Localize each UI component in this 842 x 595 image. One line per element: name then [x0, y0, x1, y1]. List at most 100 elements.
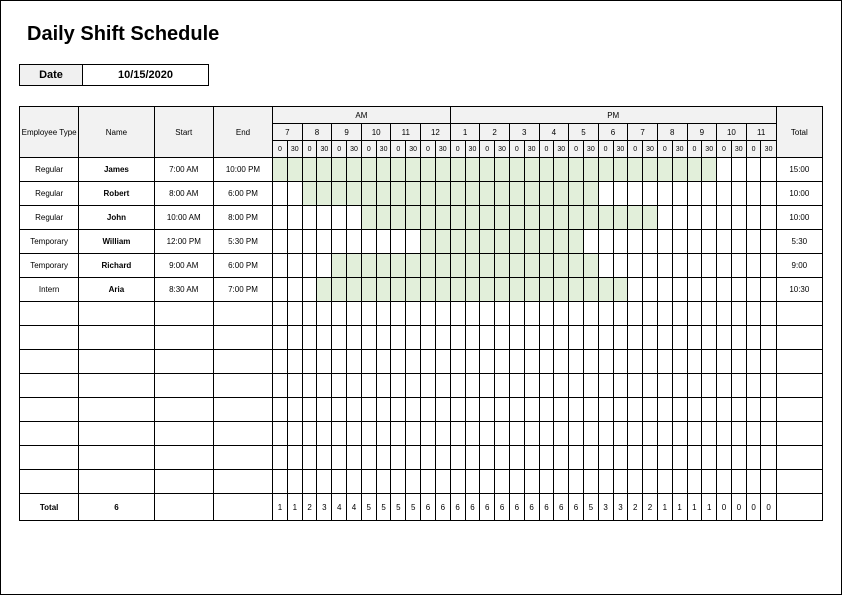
slot-cell [746, 278, 761, 302]
slot-cell [583, 446, 598, 470]
slot-cell [539, 350, 554, 374]
slot-cell [702, 470, 717, 494]
slot-cell [347, 302, 362, 326]
slot-cell [332, 230, 347, 254]
slot-cell [583, 278, 598, 302]
cell-start [154, 302, 213, 326]
slot-cell [672, 326, 687, 350]
slot-cell [657, 254, 672, 278]
slot-cell [480, 254, 495, 278]
slot-cell [376, 422, 391, 446]
col-half: 30 [761, 141, 776, 158]
col-half: 0 [302, 141, 317, 158]
slot-cell [672, 446, 687, 470]
slot-cell [554, 326, 569, 350]
cell-type: Regular [20, 182, 79, 206]
slot-cell [332, 398, 347, 422]
slot-cell [391, 182, 406, 206]
footer-row: Total61123445555666666666665332211110000 [20, 494, 823, 521]
cell-start: 7:00 AM [154, 158, 213, 182]
slot-cell [731, 206, 746, 230]
slot-cell [702, 254, 717, 278]
slot-cell [746, 254, 761, 278]
slot-cell [554, 230, 569, 254]
col-hour: 7 [628, 124, 658, 141]
slot-cell [731, 278, 746, 302]
footer-slot: 2 [643, 494, 658, 521]
slot-cell [717, 302, 732, 326]
slot-cell [421, 470, 436, 494]
slot-cell [495, 422, 510, 446]
table-head: Employee Type Name Start End AM PM Total… [20, 107, 823, 158]
slot-cell [406, 230, 421, 254]
slot-cell [435, 278, 450, 302]
slot-cell [687, 254, 702, 278]
slot-cell [302, 350, 317, 374]
slot-cell [702, 230, 717, 254]
slot-cell [332, 446, 347, 470]
slot-cell [717, 446, 732, 470]
col-half: 30 [406, 141, 421, 158]
slot-cell [465, 182, 480, 206]
slot-cell [347, 326, 362, 350]
slot-cell [317, 254, 332, 278]
slot-cell [273, 350, 288, 374]
table-row: RegularJohn10:00 AM8:00 PM10:00 [20, 206, 823, 230]
slot-cell [376, 302, 391, 326]
col-half: 30 [465, 141, 480, 158]
slot-cell [361, 206, 376, 230]
slot-cell [524, 206, 539, 230]
cell-end: 7:00 PM [213, 278, 272, 302]
slot-cell [361, 446, 376, 470]
slot-cell [480, 182, 495, 206]
slot-cell [717, 470, 732, 494]
footer-slot: 4 [347, 494, 362, 521]
cell-name [79, 326, 154, 350]
slot-cell [672, 302, 687, 326]
slot-cell [628, 470, 643, 494]
slot-cell [524, 398, 539, 422]
slot-cell [302, 158, 317, 182]
slot-cell [406, 470, 421, 494]
slot-cell [391, 302, 406, 326]
slot-cell [687, 422, 702, 446]
slot-cell [731, 158, 746, 182]
slot-cell [435, 398, 450, 422]
slot-cell [332, 326, 347, 350]
slot-cell [273, 278, 288, 302]
slot-cell [746, 302, 761, 326]
slot-cell [524, 302, 539, 326]
footer-slot: 6 [465, 494, 480, 521]
slot-cell [761, 470, 776, 494]
slot-cell [361, 422, 376, 446]
slot-cell [435, 182, 450, 206]
slot-cell [657, 206, 672, 230]
slot-cell [273, 326, 288, 350]
slot-cell [391, 398, 406, 422]
slot-cell [613, 446, 628, 470]
slot-cell [287, 470, 302, 494]
slot-cell [672, 278, 687, 302]
slot-cell [495, 278, 510, 302]
slot-cell [406, 350, 421, 374]
slot-cell [347, 230, 362, 254]
slot-cell [361, 158, 376, 182]
footer-slot: 5 [361, 494, 376, 521]
slot-cell [509, 182, 524, 206]
slot-cell [539, 278, 554, 302]
slot-cell [376, 326, 391, 350]
cell-type [20, 422, 79, 446]
table-row [20, 446, 823, 470]
slot-cell [524, 254, 539, 278]
slot-cell [583, 374, 598, 398]
slot-cell [717, 206, 732, 230]
slot-cell [569, 470, 584, 494]
cell-start [154, 470, 213, 494]
slot-cell [761, 302, 776, 326]
slot-cell [465, 446, 480, 470]
slot-cell [391, 158, 406, 182]
slot-cell [376, 158, 391, 182]
col-hour: 9 [332, 124, 362, 141]
col-half: 0 [687, 141, 702, 158]
slot-cell [361, 326, 376, 350]
